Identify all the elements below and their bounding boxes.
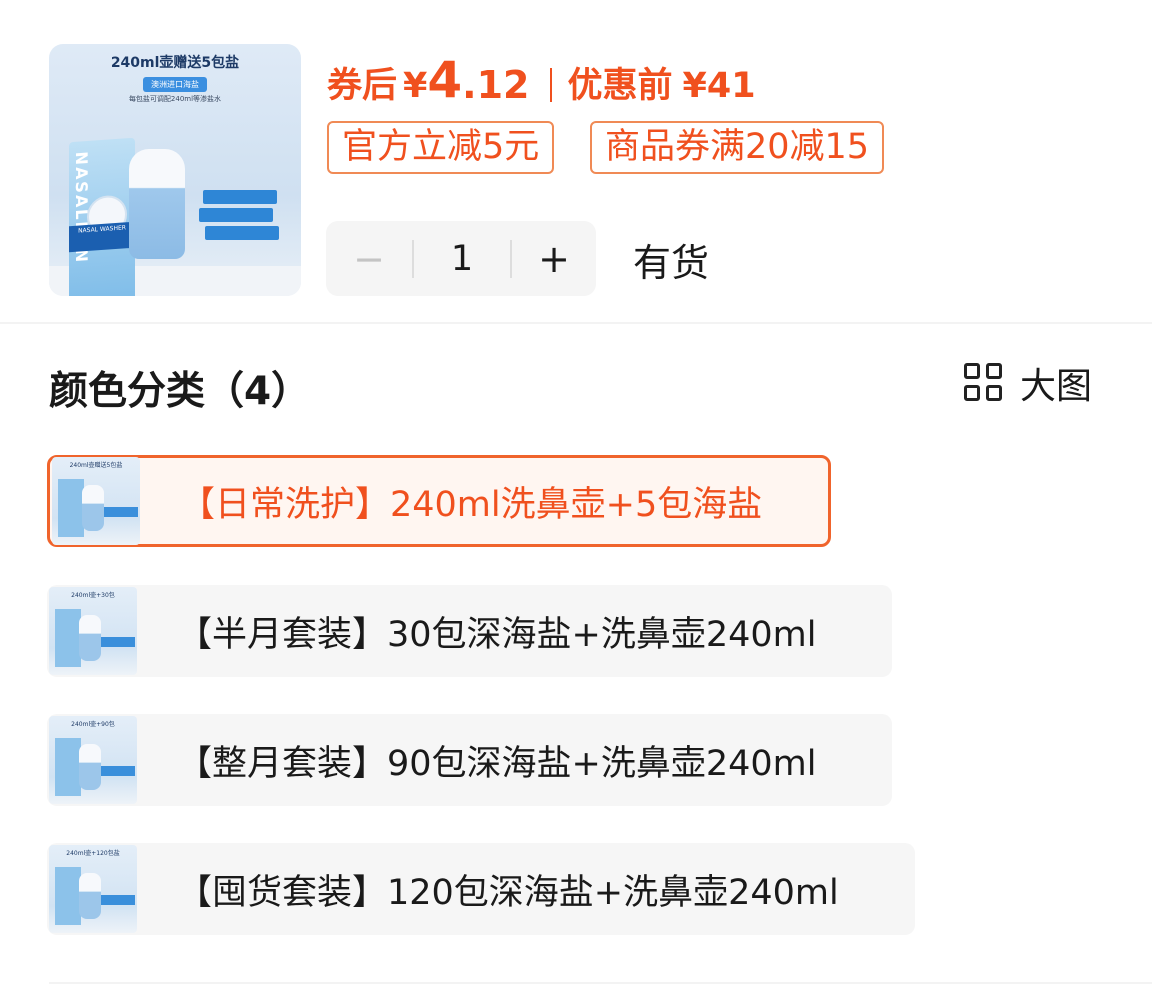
option-thumbnail: 240ml壶赠送5包盐 <box>52 457 140 545</box>
option-label: 【半月套装】30包深海盐+洗鼻壶240ml <box>177 614 817 655</box>
thumb-title: 240ml壶赠送5包盐 <box>110 55 240 71</box>
option-thumb-title: 240ml壶+90包 <box>71 721 115 728</box>
grid-icon <box>964 363 1004 403</box>
decrement-button[interactable]: − <box>326 237 412 281</box>
option-thumbnail: 240ml壶+120包盐 <box>49 845 137 933</box>
bottle-image <box>129 149 185 259</box>
option-thumb-title: 240ml壶赠送5包盐 <box>69 462 123 469</box>
product-summary: 240ml壶赠送5包盐 澳洲进口海盐 每包盐可调配240ml等渗盐水 NASAL… <box>0 0 1152 322</box>
before-discount-label: 优惠前 <box>567 66 673 106</box>
product-image[interactable]: 240ml壶赠送5包盐 澳洲进口海盐 每包盐可调配240ml等渗盐水 NASAL… <box>49 44 301 296</box>
big-image-label: 大图 <box>1020 366 1093 407</box>
bottom-divider <box>49 982 1152 984</box>
product-box-image: NASALEAN NASAL WASHER <box>69 137 135 296</box>
after-coupon-price-int: 4 <box>427 51 463 109</box>
thumb-note: 每包盐可调配240ml等渗盐水 <box>128 95 222 103</box>
box-label: NASAL WASHER <box>69 221 135 253</box>
option-label: 【日常洗护】240ml洗鼻壶+5包海盐 <box>180 484 763 525</box>
option-daily-care[interactable]: 240ml壶赠送5包盐 【日常洗护】240ml洗鼻壶+5包海盐 <box>47 455 831 547</box>
option-thumbnail: 240ml壶+30包 <box>49 587 137 675</box>
salt-sachets-image <box>199 190 279 250</box>
quantity-stepper: − 1 + <box>326 221 596 296</box>
coupon-badge-official: 官方立减5元 <box>327 121 555 174</box>
thumb-tag: 澳洲进口海盐 <box>143 77 207 92</box>
options-title: 颜色分类（4） <box>49 369 311 414</box>
option-label: 【整月套装】90包深海盐+洗鼻壶240ml <box>177 743 817 784</box>
section-divider <box>0 322 1152 324</box>
currency-symbol: ¥ <box>403 66 428 106</box>
quantity-field[interactable]: 1 <box>414 239 510 279</box>
option-thumbnail: 240ml壶+90包 <box>49 716 137 804</box>
price-separator <box>549 68 552 102</box>
option-stock-up[interactable]: 240ml壶+120包盐 【囤货套装】120包深海盐+洗鼻壶240ml <box>47 843 915 935</box>
coupon-badge-store: 商品券满20减15 <box>590 121 885 174</box>
after-coupon-label: 券后 <box>327 66 398 106</box>
big-image-toggle[interactable]: 大图 <box>964 360 1093 407</box>
increment-button[interactable]: + <box>512 237 596 281</box>
sku-selector-sheet: 240ml壶赠送5包盐 澳洲进口海盐 每包盐可调配240ml等渗盐水 NASAL… <box>0 0 1152 989</box>
price-row: 券后 ¥ 4 .12 优惠前 ¥41 <box>327 50 756 106</box>
option-full-month[interactable]: 240ml壶+90包 【整月套装】90包深海盐+洗鼻壶240ml <box>47 714 892 806</box>
before-discount-price: ¥41 <box>682 66 756 106</box>
option-thumb-title: 240ml壶+120包盐 <box>66 850 120 857</box>
option-thumb-title: 240ml壶+30包 <box>71 592 115 599</box>
after-coupon-price-dec: .12 <box>462 63 530 107</box>
stock-status: 有货 <box>633 241 710 285</box>
option-label: 【囤货套装】120包深海盐+洗鼻壶240ml <box>177 872 839 913</box>
option-half-month[interactable]: 240ml壶+30包 【半月套装】30包深海盐+洗鼻壶240ml <box>47 585 892 677</box>
